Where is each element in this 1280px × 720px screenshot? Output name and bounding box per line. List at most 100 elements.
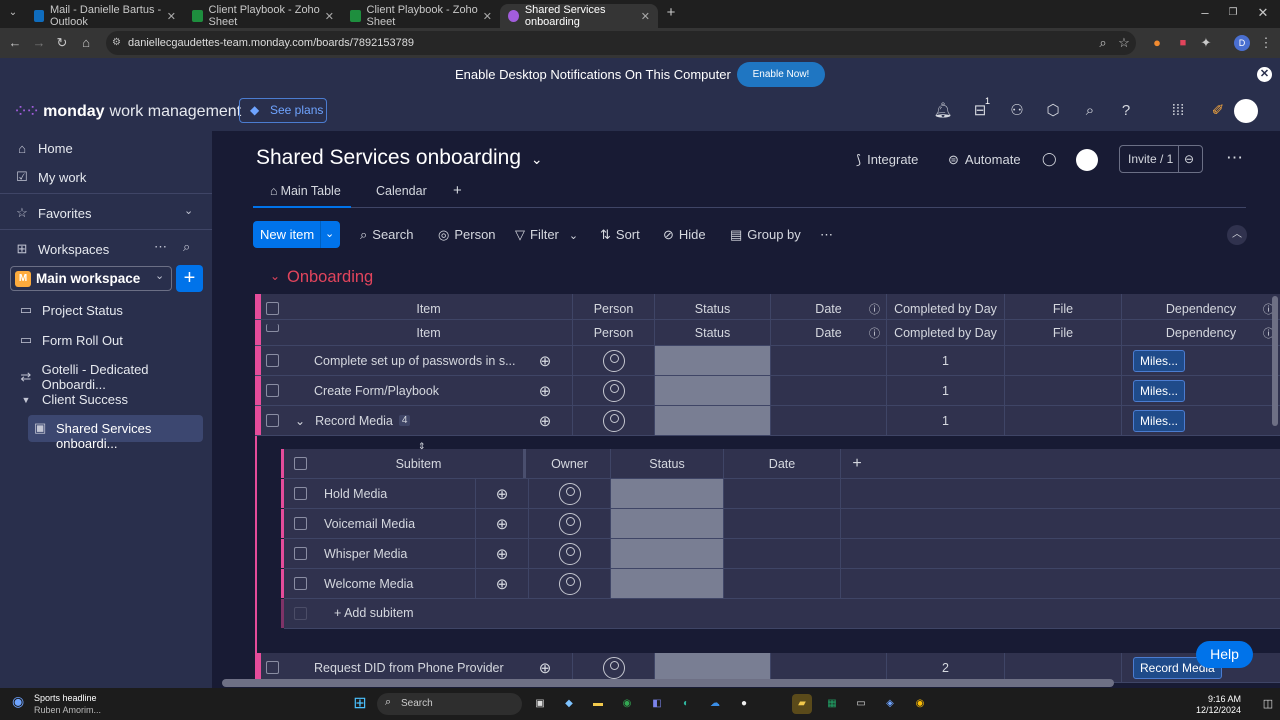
browser-tab-zoho-2[interactable]: Client Playbook - Zoho Sheet ✕ <box>342 4 500 28</box>
add-update-icon[interactable]: ⊕ <box>476 569 529 598</box>
windows-start-icon[interactable]: ⊞ <box>350 694 370 714</box>
forward-icon[interactable]: → <box>30 28 48 58</box>
sub-status-cell[interactable] <box>611 509 724 538</box>
sidebar-my-work[interactable]: ☑ My work <box>14 169 86 185</box>
sub-status-cell[interactable] <box>611 479 724 508</box>
sub-status-cell[interactable] <box>611 539 724 568</box>
owner-cell[interactable] <box>529 539 611 568</box>
new-tab-icon[interactable]: + <box>662 0 680 27</box>
filter-button[interactable]: ▽ Filter ⌄ <box>515 227 578 243</box>
owner-cell[interactable] <box>529 479 611 508</box>
item-name[interactable]: Complete set up of passwords in s... <box>285 346 518 375</box>
notifications-bell-icon[interactable]: 🔔︎ <box>933 101 953 121</box>
table-row[interactable]: Create Form/Playbook ⊕ 1 Miles... <box>255 376 1280 406</box>
copy-link-icon[interactable]: ⊖ <box>1184 146 1194 172</box>
chrome-icon[interactable]: ◉ <box>617 694 637 714</box>
excel-icon[interactable]: ▦ <box>822 694 842 714</box>
dependency-chip[interactable]: Miles... <box>1133 379 1186 402</box>
subitem-name[interactable]: Whisper Media <box>314 539 476 568</box>
taskbar-search[interactable]: ⌕ Search <box>377 693 522 715</box>
row-checkbox[interactable] <box>266 354 279 367</box>
completed-by-day-cell[interactable]: 1 <box>887 406 1005 435</box>
dependency-cell[interactable]: Miles... <box>1122 406 1280 435</box>
add-subitem-button[interactable]: + Add subitem <box>334 606 414 620</box>
add-update-icon[interactable]: ⊕ <box>518 376 573 405</box>
sidebar-item-project-status[interactable]: ▭ Project Status <box>18 302 123 318</box>
help-button[interactable]: Help <box>1196 641 1253 668</box>
subitem-checkbox[interactable] <box>294 487 307 500</box>
owner-cell[interactable] <box>529 509 611 538</box>
add-update-icon[interactable]: ⊕ <box>518 653 573 682</box>
sub-date-cell[interactable] <box>724 539 841 568</box>
tab-calendar[interactable]: Calendar <box>376 184 427 198</box>
row-checkbox[interactable] <box>266 661 279 674</box>
person-filter-button[interactable]: ◎ Person <box>438 227 496 243</box>
hide-button[interactable]: ⊘ Hide <box>663 227 706 243</box>
col-item[interactable]: Item <box>285 320 573 345</box>
resize-handle-icon[interactable]: ⇕ <box>418 441 426 452</box>
add-column-icon[interactable]: + <box>841 449 873 478</box>
task-view-icon[interactable]: ▣ <box>530 694 550 714</box>
info-icon[interactable]: ⓘ <box>869 325 880 341</box>
invite-button[interactable]: Invite / 1 ⊖ <box>1119 145 1203 173</box>
person-cell[interactable] <box>573 376 655 405</box>
person-cell[interactable] <box>573 653 655 682</box>
col-date[interactable]: Date ⓘ <box>771 320 887 345</box>
browser-tab-zoho-1[interactable]: Client Playbook - Zoho Sheet ✕ <box>184 4 342 28</box>
date-cell[interactable] <box>771 346 887 375</box>
integrate-button[interactable]: ⟆ Integrate <box>856 152 918 168</box>
browser-menu-icon[interactable]: ⋮ <box>1257 28 1275 58</box>
sidebar-folder-client-success[interactable]: ▼ Client Success <box>18 392 128 407</box>
completed-by-day-cell[interactable]: 1 <box>887 346 1005 375</box>
vertical-scrollbar[interactable] <box>1272 296 1278 426</box>
subitem-row[interactable]: Whisper Media ⊕ <box>281 539 1280 569</box>
invite-members-icon[interactable]: ⚇ <box>1007 101 1027 121</box>
close-window-icon[interactable]: ✕ <box>1254 0 1272 27</box>
edge-icon[interactable]: ◐ <box>676 694 696 714</box>
dependency-chip[interactable]: Miles... <box>1133 349 1186 372</box>
col-completed-by-day[interactable]: Completed by Day <box>887 320 1005 345</box>
enable-now-button[interactable]: Enable Now! <box>737 62 825 87</box>
sidebar-workspaces[interactable]: ⊞ Workspaces <box>14 241 110 257</box>
news-headline[interactable]: Sports headline <box>34 693 97 703</box>
table-row[interactable]: Complete set up of passwords in s... ⊕ 1… <box>255 346 1280 376</box>
file-cell[interactable] <box>1005 653 1122 682</box>
sticky-notes-icon[interactable]: ▰ <box>792 694 812 714</box>
subitem-count-badge[interactable]: 4 <box>398 415 411 426</box>
add-update-icon[interactable]: ⊕ <box>476 479 529 508</box>
add-to-workspace-button[interactable]: + <box>176 265 203 292</box>
workspace-search-icon[interactable]: ⌕ <box>183 239 190 255</box>
site-info-icon[interactable]: ⚙ <box>112 31 121 55</box>
select-all-checkbox[interactable] <box>266 324 279 332</box>
file-cell[interactable] <box>1005 346 1122 375</box>
close-tab-icon[interactable]: ✕ <box>167 10 176 23</box>
monday-logo[interactable]: ⁘⁘ monday work management <box>13 101 241 122</box>
bookmark-star-icon[interactable]: ☆ <box>1115 28 1133 58</box>
chevron-down-icon[interactable]: ⌄ <box>325 221 334 248</box>
sub-status-cell[interactable] <box>611 569 724 598</box>
dependency-cell[interactable]: Miles... <box>1122 376 1280 405</box>
info-icon[interactable]: ⓘ <box>869 301 880 317</box>
profile-avatar[interactable]: D <box>1234 35 1250 51</box>
date-cell[interactable] <box>771 406 887 435</box>
collapse-header-icon[interactable]: ︿ <box>1227 225 1247 245</box>
item-name[interactable]: ⌄ Record Media 4 <box>285 406 518 435</box>
date-cell[interactable] <box>771 653 887 682</box>
add-update-icon[interactable]: ⊕ <box>518 406 573 435</box>
extension-badge-icon[interactable]: ■ <box>1174 28 1192 58</box>
person-cell[interactable] <box>573 346 655 375</box>
completed-by-day-cell[interactable]: 1 <box>887 376 1005 405</box>
date-cell[interactable] <box>771 376 887 405</box>
browser-tab-outlook[interactable]: Mail - Danielle Bartus - Outlook ✕ <box>26 4 184 28</box>
browser-tab-monday[interactable]: Shared Services onboarding ✕ <box>500 4 658 28</box>
sub-date-cell[interactable] <box>724 569 841 598</box>
tab-list-icon[interactable]: ⌄ <box>4 0 22 27</box>
subitem-name[interactable]: Hold Media <box>314 479 476 508</box>
sub-date-cell[interactable] <box>724 509 841 538</box>
table-row[interactable]: ⌄ Record Media 4 ⊕ 1 Miles... <box>255 406 1280 436</box>
chrome-profile-icon[interactable]: ◉ <box>910 694 930 714</box>
board-more-icon[interactable]: ⋯ <box>1226 148 1243 168</box>
sidebar-item-shared-services[interactable]: ▣ Shared Services onboardi... <box>28 415 203 451</box>
expand-subitems-chevron-icon[interactable]: ⌄ <box>295 414 305 428</box>
file-cell[interactable] <box>1005 406 1122 435</box>
